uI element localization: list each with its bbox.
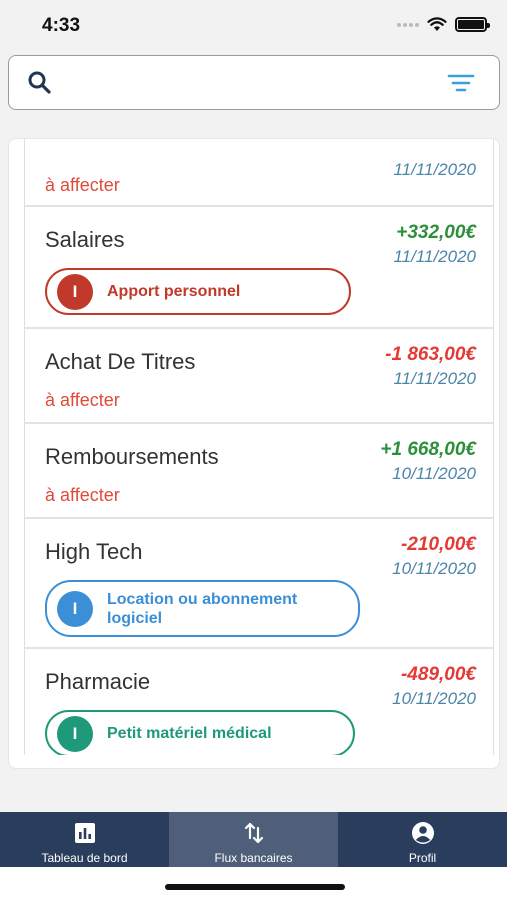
- transaction-label: Achat De Titres: [45, 349, 196, 374]
- signal-dots-icon: [397, 22, 419, 27]
- transaction-amount: +1 668,00€: [380, 439, 476, 460]
- to-assign-label[interactable]: à affecter: [45, 390, 120, 411]
- profile-icon: [411, 822, 434, 844]
- transaction-amount: +332,00€: [396, 222, 476, 243]
- transaction-date: 11/11/2020: [393, 247, 476, 266]
- transaction-amount: -489,00€: [400, 664, 476, 685]
- transaction-date: 11/11/2020: [393, 369, 476, 388]
- transaction-row[interactable]: High Tech -210,00€ 10/11/2020 I Location…: [24, 519, 494, 649]
- status-bar: 4:33: [0, 0, 507, 48]
- transaction-label: Remboursements: [45, 444, 219, 469]
- category-pill[interactable]: I Apport personnel: [45, 268, 351, 315]
- transaction-date: 10/11/2020: [392, 689, 476, 708]
- filter-icon[interactable]: [447, 72, 475, 94]
- home-indicator[interactable]: [165, 884, 345, 890]
- category-name: Petit matériel médical: [107, 725, 272, 742]
- tab-label: Profil: [408, 851, 437, 865]
- status-icons: [397, 17, 490, 32]
- transaction-row[interactable]: Achat De Titres -1 863,00€ 11/11/2020 à …: [24, 329, 494, 424]
- transaction-row[interactable]: 11/11/2020 à affecter: [24, 139, 494, 207]
- category-icon: I: [57, 590, 93, 627]
- search-bar: [8, 55, 500, 110]
- transaction-row[interactable]: Salaires +332,00€ 11/11/2020 I Apport pe…: [24, 207, 494, 329]
- tab-dashboard[interactable]: Tableau de bord: [0, 812, 169, 867]
- battery-icon: [455, 17, 490, 32]
- bottom-tab-bar: Tableau de bord Flux bancaires Profil: [0, 812, 507, 867]
- transaction-date: 10/11/2020: [392, 464, 476, 483]
- transfer-arrows-icon: [244, 822, 263, 844]
- transaction-amount: -210,00€: [400, 534, 476, 555]
- transaction-row[interactable]: Pharmacie -489,00€ 10/11/2020 I Petit ma…: [24, 649, 494, 755]
- transactions-card: 11/11/2020 à affecter Salaires +332,00€ …: [8, 138, 500, 769]
- to-assign-label[interactable]: à affecter: [45, 485, 120, 506]
- search-input[interactable]: [69, 66, 429, 100]
- category-pill[interactable]: I Petit matériel médical: [45, 710, 355, 755]
- category-name: Location ou abonnement logiciel: [107, 590, 298, 627]
- transaction-date: 10/11/2020: [392, 559, 476, 578]
- transaction-amount: -1 863,00€: [385, 344, 476, 365]
- tab-bank-flows[interactable]: Flux bancaires: [169, 812, 338, 867]
- category-name: Apport personnel: [107, 283, 241, 300]
- wifi-icon: [427, 17, 447, 31]
- transactions-list[interactable]: 11/11/2020 à affecter Salaires +332,00€ …: [24, 139, 494, 755]
- home-area: [0, 867, 507, 900]
- transaction-row[interactable]: Remboursements +1 668,00€ 10/11/2020 à a…: [24, 424, 494, 519]
- to-assign-label[interactable]: à affecter: [45, 175, 120, 196]
- tab-label: Flux bancaires: [214, 851, 293, 865]
- transaction-date: 11/11/2020: [393, 160, 476, 179]
- category-pill[interactable]: I Location ou abonnement logiciel: [45, 580, 360, 637]
- transaction-label: High Tech: [45, 539, 143, 564]
- category-icon: I: [57, 715, 93, 752]
- search-icon[interactable]: [27, 70, 53, 96]
- chart-icon: [74, 823, 95, 843]
- tab-label: Tableau de bord: [41, 851, 128, 865]
- tab-profile[interactable]: Profil: [338, 812, 507, 867]
- transaction-label: Pharmacie: [45, 669, 151, 694]
- transaction-label: Salaires: [45, 227, 125, 252]
- category-icon: I: [57, 273, 93, 310]
- status-time: 4:33: [42, 15, 81, 36]
